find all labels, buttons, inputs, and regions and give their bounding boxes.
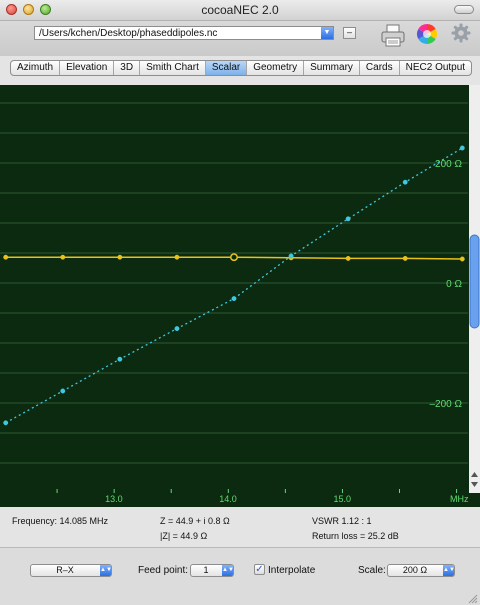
tab-cards[interactable]: Cards (360, 61, 400, 75)
tab-smith-chart[interactable]: Smith Chart (140, 61, 206, 75)
reactance-point (459, 145, 465, 151)
tab-elevation[interactable]: Elevation (60, 61, 115, 75)
feed-point-label: Feed point: (138, 565, 189, 576)
scale-select[interactable]: 200 Ω ▲▼ (387, 564, 455, 577)
resistance-point (60, 254, 66, 260)
plot-type-select[interactable]: R–X ▲▼ (30, 564, 112, 577)
reactance-point (345, 216, 351, 222)
remove-file-button[interactable]: – (343, 27, 356, 39)
y-axis-label: 200 Ω (435, 159, 462, 170)
main-window: cocoaNEC 2.0 /Users/kchen/Desktop/phased… (0, 0, 480, 605)
gear-icon[interactable] (451, 23, 471, 43)
reactance-point (117, 356, 123, 362)
color-wheel-icon[interactable] (416, 23, 438, 45)
resistance-point (345, 255, 351, 261)
tab-scalar[interactable]: Scalar (205, 61, 248, 75)
x-tick-label: 15.0 (333, 494, 351, 504)
tab-azimuth[interactable]: Azimuth (11, 61, 61, 75)
control-bar: R–X ▲▼ Feed point: 1 ▲▼ ✓ Interpolate Sc… (0, 548, 480, 605)
frequency-readout: Frequency: 14.085 MHz (12, 516, 109, 526)
reactance-point (174, 326, 180, 332)
toolbar: /Users/kchen/Desktop/phaseddipoles.nc ▼ … (0, 21, 480, 56)
reactance-point (3, 420, 9, 426)
feed-point-value: 1 (203, 565, 209, 575)
feed-point-select[interactable]: 1 ▲▼ (190, 564, 234, 577)
file-path-popup[interactable]: /Users/kchen/Desktop/phaseddipoles.nc ▼ (34, 26, 334, 40)
vswr-readout: VSWR 1.12 : 1 (312, 516, 372, 526)
scalar-plot[interactable]: 200 Ω 0 Ω –200 Ω (0, 85, 480, 493)
reactance-point (288, 253, 294, 259)
tab-nec2-output[interactable]: NEC2 Output (400, 61, 471, 75)
impedance-readout: Z = 44.9 + i 0.8 Ω (160, 516, 230, 526)
updown-arrow-icon: ▲▼ (222, 565, 234, 576)
print-icon[interactable] (380, 23, 406, 49)
vertical-scrollbar[interactable] (469, 85, 480, 493)
readout-panel: Frequency: 14.085 MHz Z = 44.9 + i 0.8 Ω… (0, 510, 480, 545)
updown-arrow-icon: ▲▼ (100, 565, 112, 576)
x-tick-label: 14.0 (219, 494, 237, 504)
interpolate-label: Interpolate (268, 565, 316, 576)
reactance-point (231, 296, 237, 302)
chevron-down-icon[interactable]: ▼ (321, 27, 333, 39)
file-path-text: /Users/kchen/Desktop/phaseddipoles.nc (39, 28, 218, 39)
x-unit-label: MHz (450, 494, 469, 504)
scale-value: 200 Ω (402, 565, 428, 575)
selected-data-point (230, 253, 238, 262)
window-title: cocoaNEC 2.0 (201, 3, 279, 17)
impedance-magnitude-readout: |Z| = 44.9 Ω (160, 531, 208, 541)
tab-3d[interactable]: 3D (114, 61, 141, 75)
plot-type-value: R–X (56, 565, 74, 575)
y-axis-label: 0 Ω (446, 279, 462, 290)
title-bar: cocoaNEC 2.0 (0, 0, 480, 21)
resistance-point (459, 256, 465, 262)
toolbar-toggle-button[interactable] (454, 5, 474, 14)
tab-summary[interactable]: Summary (304, 61, 360, 75)
reactance-point (402, 179, 408, 185)
frequency-axis: 13.0 14.0 15.0 MHz (0, 493, 480, 507)
updown-arrow-icon: ▲▼ (443, 565, 455, 576)
resistance-point (117, 254, 123, 260)
resistance-point (402, 255, 408, 261)
reactance-point (60, 388, 66, 394)
scale-label: Scale: (358, 565, 386, 576)
y-axis-label: –200 Ω (430, 399, 463, 410)
plot-background (0, 85, 480, 493)
tab-geometry[interactable]: Geometry (247, 61, 305, 75)
resistance-point (3, 254, 9, 260)
view-tabs: Azimuth Elevation 3D Smith Chart Scalar … (10, 60, 473, 76)
resistance-point (174, 254, 180, 260)
return-loss-readout: Return loss = 25.2 dB (312, 531, 399, 541)
resize-grip-icon[interactable] (466, 592, 478, 604)
interpolate-checkbox[interactable]: ✓ (254, 564, 265, 575)
x-tick-label: 13.0 (105, 494, 123, 504)
